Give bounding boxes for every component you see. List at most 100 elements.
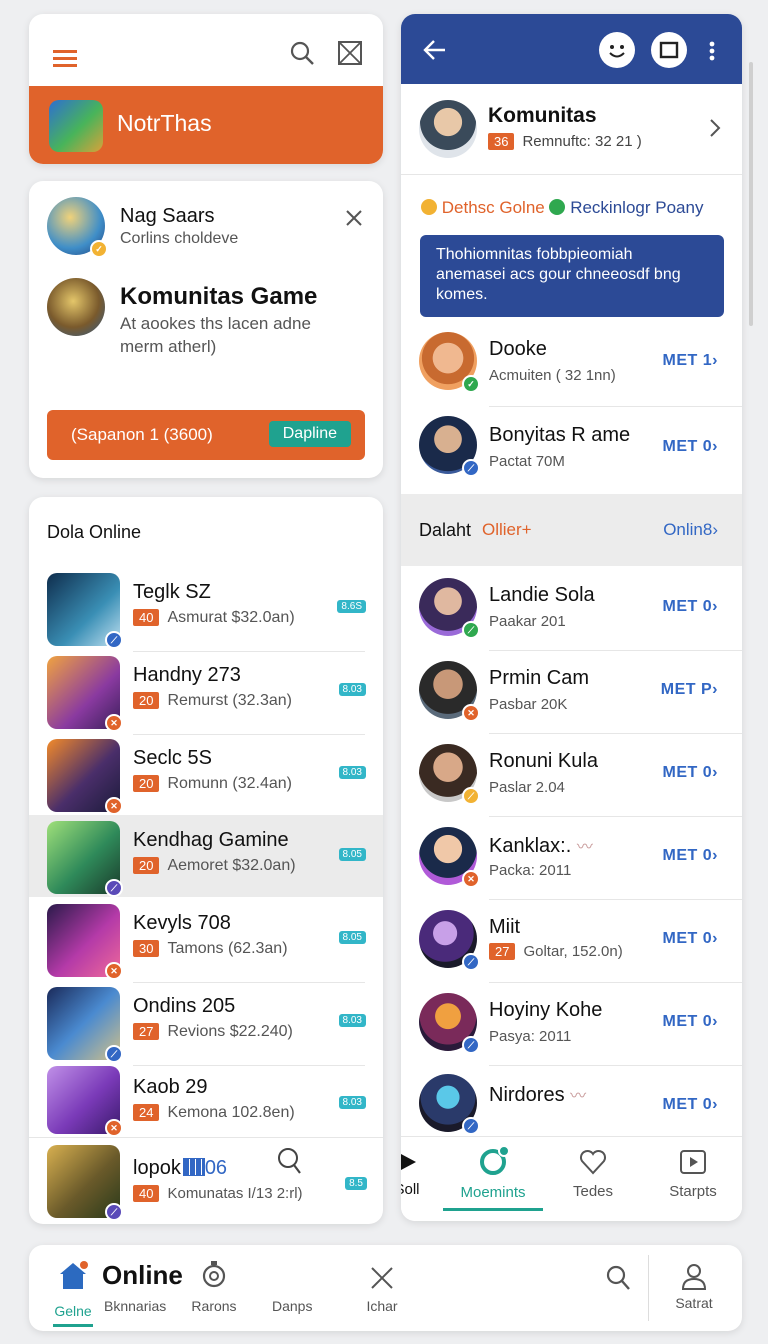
nav-ichar[interactable]: Ichar: [357, 1265, 407, 1314]
person-row[interactable]: ⟋ Nirdores 〰 MET 0›: [401, 1068, 742, 1140]
list-item[interactable]: ⟋ Ondins 205 27 Revions $22.240) 8.03: [29, 983, 383, 1065]
list-item[interactable]: ✕ Kevyls 708 30 Tamons (62.3an) 8.05: [29, 900, 383, 982]
friend-avatar[interactable]: ✓: [47, 197, 108, 258]
meet-button[interactable]: MET 0: [663, 764, 713, 781]
active-nav-indicator: [53, 1324, 93, 1327]
chevron-right-icon[interactable]: [709, 118, 721, 138]
list-item[interactable]: ⟋ Kendhag Gamine 20 Aemoret $32.0an) 8.05: [29, 817, 383, 899]
community-title: Komunitas: [488, 104, 597, 127]
chevron-right-icon: ›: [712, 1013, 718, 1030]
close-box-icon[interactable]: [337, 40, 363, 66]
scrollbar[interactable]: [749, 62, 753, 326]
list-item[interactable]: ⟋ Teglk SZ 40 Asmurat $32.0an) 8.6S: [29, 569, 383, 651]
item-title: Ondins 205: [133, 995, 236, 1017]
game-avatar[interactable]: [47, 278, 105, 336]
nav-home[interactable]: Gelne: [51, 1257, 95, 1327]
item-title: Handny 273: [133, 664, 241, 686]
meet-button[interactable]: MET 0: [663, 930, 713, 947]
community-header[interactable]: Komunitas 36 Remnuftc: 32 21 ): [401, 84, 742, 174]
section-filter[interactable]: Ollier+: [482, 520, 532, 540]
nav-danps[interactable]: Danps: [272, 1298, 312, 1314]
item-subtitle: Remurst (32.3an): [167, 692, 292, 709]
profile-icon: [681, 1264, 707, 1290]
item-subtitle: Romunn (32.4an): [167, 775, 292, 792]
person-avatar: ⟋: [419, 910, 480, 971]
heart-icon: [579, 1149, 607, 1175]
nav-rarons[interactable]: Rarons: [189, 1259, 239, 1314]
list-item[interactable]: ✕ Kaob 29 24 Kemona 102.8en) 8.03: [29, 1066, 383, 1137]
list-item[interactable]: ✕ Handny 273 20 Remurst (32.3an) 8.03: [29, 652, 383, 734]
item-title: Kaob 29: [133, 1076, 208, 1098]
person-subtitle: Packa: 2011: [489, 862, 572, 879]
section-online-link[interactable]: Onlin8: [663, 520, 712, 539]
search-icon[interactable]: [605, 1264, 631, 1292]
person-avatar: ✕: [419, 827, 480, 888]
item-tag: 8.03: [338, 1096, 366, 1109]
item-badge: 40: [133, 1185, 160, 1202]
game-title[interactable]: Komunitas Game: [120, 283, 317, 311]
meet-button[interactable]: MET 1: [663, 352, 713, 369]
promo-text: (Sapanon 1 (3600): [71, 425, 213, 444]
list-item[interactable]: ✕ Seclc 5S 20 Romunn (32.4an) 8.03: [29, 735, 383, 817]
item-tag: 8.05: [338, 931, 366, 944]
nav-bknnarias[interactable]: Bknnarias: [104, 1298, 166, 1314]
nav-satrat[interactable]: Satrat: [669, 1263, 719, 1311]
item-subtitle: Revions $22.240): [167, 1023, 293, 1040]
verified-icon: ✓: [90, 240, 108, 258]
person-avatar: ✓: [419, 332, 480, 393]
person-subtitle: Pactat 70M: [489, 453, 565, 470]
person-name: Landie Sola: [489, 584, 595, 606]
person-row[interactable]: ⟋ Bonyitas R ame Pactat 70M MET 0›: [401, 410, 742, 492]
meet-button[interactable]: MET 0: [663, 1013, 713, 1030]
meet-button[interactable]: MET 0: [663, 598, 713, 615]
tab-soll[interactable]: Soll: [401, 1137, 443, 1221]
filter-left[interactable]: Dethsc Golne: [442, 198, 545, 217]
meet-button[interactable]: MET 0: [663, 438, 713, 455]
item-title: Teglk SZ: [133, 581, 211, 603]
info-banner[interactable]: Thohiomnitas fobbpieomiah anemasei acs g…: [420, 235, 724, 317]
person-avatar: ⟋: [419, 578, 480, 639]
tab-label: Starpts: [669, 1183, 717, 1200]
window-icon[interactable]: [651, 32, 687, 68]
item-badge: 27: [133, 1023, 160, 1040]
active-tab-indicator: [443, 1208, 543, 1211]
list-item[interactable]: ⟋ lopok 06 40 Komunatas I/13 2:rl) 8.5: [29, 1143, 383, 1221]
promo-bar[interactable]: (Sapanon 1 (3600) Dapline: [47, 410, 365, 460]
cross-icon: [371, 1267, 393, 1289]
search-icon[interactable]: [277, 1147, 303, 1175]
app-logo: [49, 100, 103, 152]
emoji-icon[interactable]: [599, 32, 635, 68]
chevron-right-icon: ›: [712, 681, 718, 698]
person-row[interactable]: ✕ Prmin Cam Pasbar 20K MET P›: [401, 653, 742, 735]
person-row[interactable]: ✕ Kanklax:. 〰 Packa: 2011 MET 0›: [401, 819, 742, 901]
tab-label: Moemints: [460, 1184, 526, 1201]
nav-label: Rarons: [191, 1298, 237, 1314]
person-row[interactable]: ⟋ Hoyiny Kohe Pasya: 2011 MET 0›: [401, 985, 742, 1067]
person-row[interactable]: ⟋ Landie Sola Paakar 201 MET 0›: [401, 570, 742, 652]
search-icon[interactable]: [289, 40, 315, 66]
item-tag: 8.5: [345, 1177, 367, 1190]
tab-moments[interactable]: Moemints: [443, 1137, 543, 1221]
tab-starpts[interactable]: Starpts: [657, 1137, 729, 1221]
meet-button[interactable]: MET 0: [663, 847, 713, 864]
banner-line2: anemasei acs gour chneeosdf bng: [436, 266, 681, 283]
person-row[interactable]: ✓ Dooke Acmuiten ( 32 1nn) MET 1›: [401, 324, 742, 406]
filter-right[interactable]: Reckinlogr Poany: [570, 198, 703, 217]
menu-icon[interactable]: [53, 48, 79, 68]
meet-button[interactable]: MET 0: [663, 1096, 713, 1113]
game-description-line1: At aookes ths lacen adne: [120, 314, 311, 333]
person-name: Prmin Cam: [489, 667, 590, 689]
meet-button[interactable]: MET P: [661, 681, 712, 698]
app-title-bar[interactable]: NotrThas: [29, 86, 383, 164]
promo-button[interactable]: Dapline: [268, 421, 351, 447]
nav-divider: [648, 1255, 649, 1321]
dismiss-icon[interactable]: [345, 209, 363, 227]
person-row[interactable]: ⟋ Ronuni Kula Paslar 2.04 MET 0›: [401, 736, 742, 818]
nav-label: Ichar: [366, 1298, 398, 1314]
person-name: Ronuni Kula: [489, 750, 598, 772]
tab-tedes[interactable]: Tedes: [557, 1137, 629, 1221]
nav-label: Gelne: [54, 1303, 92, 1319]
person-row[interactable]: ⟋ Miit 27 Goltar, 152.0n) MET 0›: [401, 902, 742, 984]
back-arrow-icon[interactable]: [423, 39, 447, 61]
more-vertical-icon[interactable]: [709, 41, 715, 61]
